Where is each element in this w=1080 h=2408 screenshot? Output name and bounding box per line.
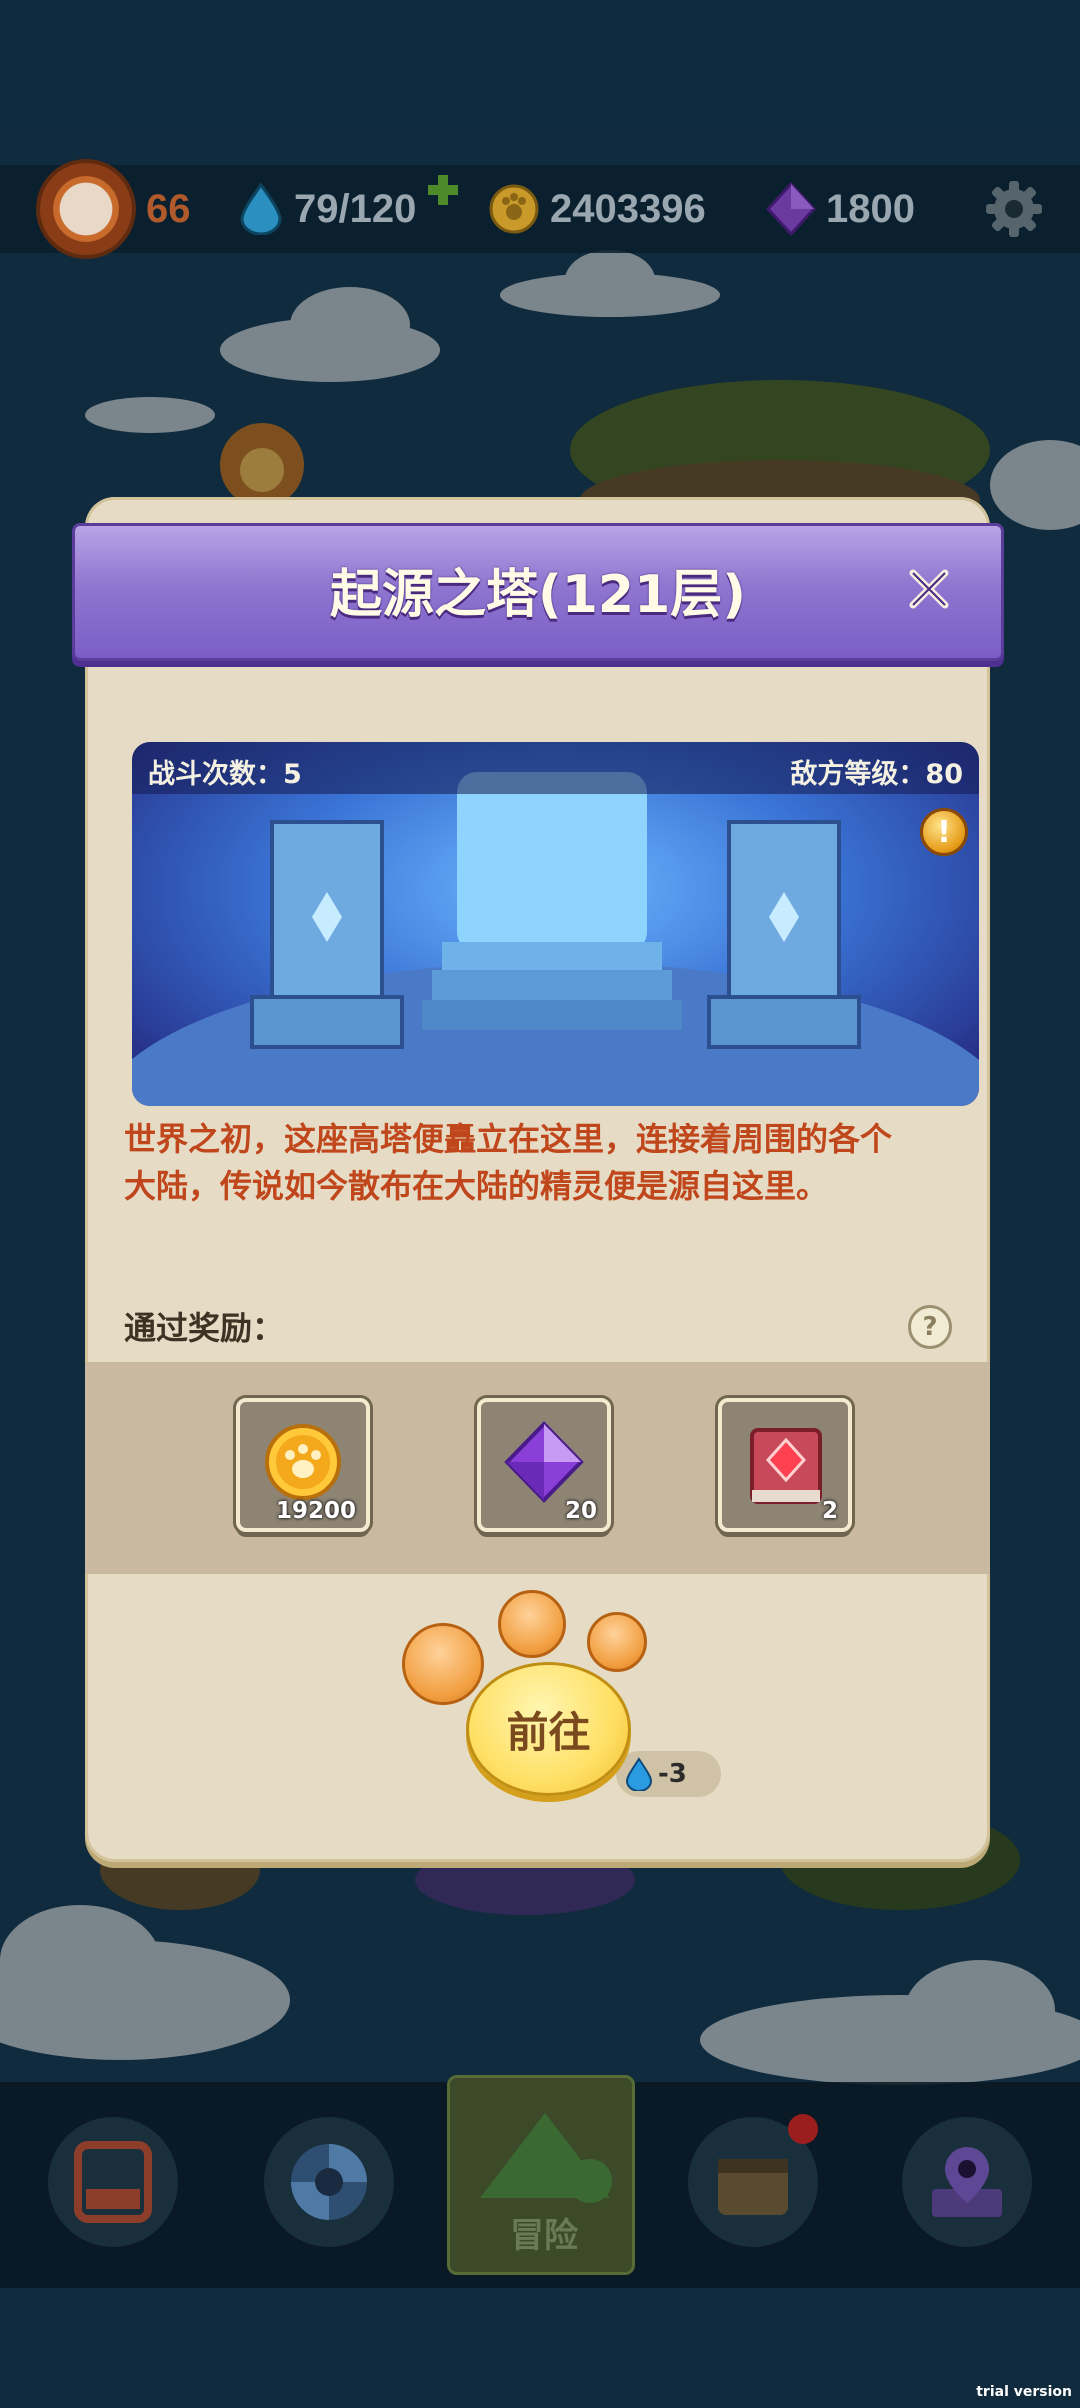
- reward-count: 20: [564, 1498, 597, 1524]
- gem-value: 1800: [826, 186, 915, 231]
- gold-coin-icon: [489, 184, 539, 234]
- settings-button[interactable]: [984, 179, 1044, 239]
- purple-gem-icon: [766, 182, 816, 236]
- stamina-counter: 79/120: [238, 165, 416, 253]
- gem-counter: 1800: [766, 165, 915, 253]
- go-button[interactable]: 前往: [466, 1662, 631, 1796]
- nav-adventure-label: 冒险: [510, 2216, 578, 2256]
- description-line: 大陆，传说如今散布在大陆的精灵便是源自这里。: [124, 1167, 829, 1205]
- gold-counter: 2403396: [488, 165, 706, 253]
- nav-adventure[interactable]: 冒险: [447, 2075, 635, 2275]
- dialog-header: 起源之塔(121层): [72, 523, 1004, 661]
- shop-icon: [74, 2141, 152, 2223]
- enemy-level: 敌方等级：80: [790, 759, 963, 790]
- paw-toe: [402, 1623, 484, 1705]
- gold-value: 2403396: [550, 186, 706, 231]
- go-label: 前往: [506, 1707, 591, 1757]
- dialog-title: 起源之塔(121层): [329, 565, 747, 625]
- stage-info-bar: 战斗次数：5 敌方等级：80: [132, 742, 979, 794]
- location-pin-icon: [932, 2147, 1002, 2217]
- battle-count: 战斗次数：5: [148, 759, 302, 790]
- paw-toe: [498, 1590, 566, 1658]
- cost-value: -3: [658, 1759, 687, 1789]
- gear-icon: [986, 181, 1042, 237]
- reward-item[interactable]: 20: [477, 1398, 611, 1532]
- add-stamina-button[interactable]: [426, 173, 460, 207]
- stage-preview-image: 战斗次数：5 敌方等级：80: [132, 742, 979, 1106]
- help-icon[interactable]: ?: [908, 1305, 952, 1349]
- vortex-icon: [291, 2144, 367, 2220]
- reward-label: 通过奖励：: [124, 1309, 285, 1347]
- reward-count: 19200: [275, 1498, 356, 1524]
- nav-shop[interactable]: [48, 2117, 178, 2247]
- nav-map[interactable]: [902, 2117, 1032, 2247]
- description-line: 世界之初，这座高塔便矗立在这里，连接着周围的各个: [124, 1120, 893, 1158]
- nav-pokeball[interactable]: [264, 2117, 394, 2247]
- water-drop-icon: [240, 183, 282, 235]
- close-button[interactable]: [890, 550, 968, 628]
- trial-watermark: trial version: [976, 2384, 1072, 2400]
- water-drop-icon: [625, 1757, 653, 1791]
- paw-toe: [587, 1612, 647, 1672]
- mountain-icon: [480, 2113, 612, 2203]
- chest-icon: [718, 2159, 788, 2215]
- stamina-value: 79/120: [294, 186, 417, 231]
- avatar[interactable]: [36, 159, 136, 259]
- tower-description: 世界之初，这座高塔便矗立在这里，连接着周围的各个 大陆，传说如今散布在大陆的精灵…: [124, 1116, 964, 1210]
- reward-item[interactable]: 2: [718, 1398, 852, 1532]
- warning-icon[interactable]: !: [920, 808, 968, 856]
- close-icon: [909, 569, 949, 609]
- stamina-cost: -3: [616, 1751, 721, 1797]
- reward-count: 2: [821, 1498, 838, 1524]
- plus-icon: [428, 175, 458, 205]
- resource-bar: 66 79/120 2403396 1800: [0, 159, 1080, 259]
- reward-item[interactable]: 19200: [236, 1398, 370, 1532]
- player-level[interactable]: 66: [36, 159, 191, 259]
- level-value: 66: [146, 186, 191, 231]
- notification-dot: [788, 2114, 818, 2144]
- tower-interior-art: [132, 772, 979, 1106]
